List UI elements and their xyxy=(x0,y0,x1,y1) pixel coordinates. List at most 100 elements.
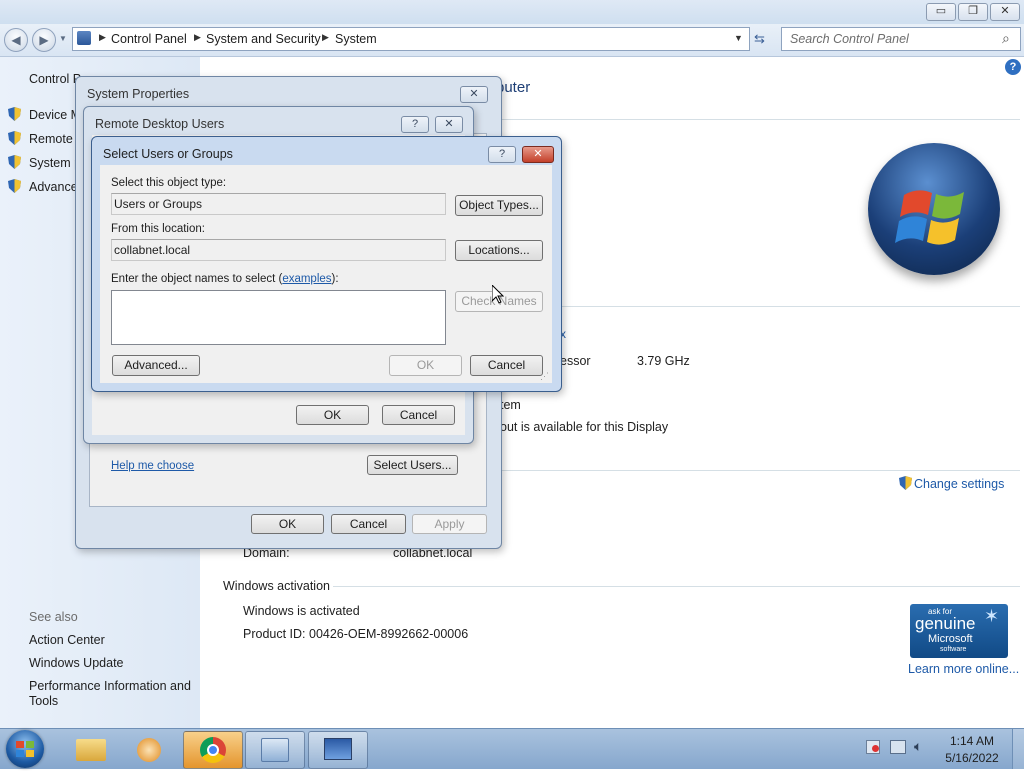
recent-pages-dropdown-icon[interactable]: ▼ xyxy=(59,34,67,43)
object-types-button[interactable]: Object Types... xyxy=(455,195,543,216)
taskbar-explorer[interactable] xyxy=(61,731,121,769)
start-button[interactable] xyxy=(6,730,44,768)
object-type-field: Users or Groups xyxy=(111,193,446,215)
see-also-windows-update[interactable]: Windows Update xyxy=(29,656,124,670)
show-desktop-button[interactable] xyxy=(1012,729,1024,769)
system-type-label: tem xyxy=(500,398,521,412)
title-bar: ▭ ❐ ✕ xyxy=(0,0,1024,24)
object-type-label: Select this object type: xyxy=(111,177,227,189)
see-also-heading: See also xyxy=(29,610,78,624)
ok-button[interactable]: OK xyxy=(251,514,324,534)
select-users-dialog: Select Users or Groups ? ✕ Select this o… xyxy=(91,136,562,392)
breadcrumb-system[interactable]: System xyxy=(335,32,377,46)
breadcrumb-control-panel[interactable]: Control Panel xyxy=(111,32,187,46)
shield-icon xyxy=(8,179,21,193)
forward-button[interactable]: ▶ xyxy=(32,28,56,52)
windows-activation-heading: Windows activation xyxy=(223,579,330,593)
close-icon[interactable]: ✕ xyxy=(522,146,554,163)
maximize-button[interactable]: ❐ xyxy=(958,3,988,21)
genuine-line4: software xyxy=(940,646,967,653)
see-also-performance-information[interactable]: Performance Information and xyxy=(29,679,191,693)
change-settings-link[interactable]: Change settings xyxy=(914,477,1004,491)
sidebar-item-system-protection[interactable]: System p xyxy=(29,156,81,170)
navigation-bar: ◀ ▶ ▼ ▶ Control Panel ▶ System and Secur… xyxy=(0,24,1024,57)
breadcrumb-system-and-security[interactable]: System and Security xyxy=(206,32,321,46)
refresh-icon[interactable]: ⇆ xyxy=(754,31,765,47)
breadcrumb-separator-icon[interactable]: ▶ xyxy=(194,32,201,43)
examples-link[interactable]: examples xyxy=(282,273,331,285)
clock-time[interactable]: 1:14 AM xyxy=(946,734,998,748)
sidebar-item-device-manager[interactable]: Device M xyxy=(29,108,81,122)
control-panel-icon xyxy=(261,738,289,762)
address-bar[interactable]: ▶ Control Panel ▶ System and Security ▶ … xyxy=(72,27,750,51)
resize-grip-icon[interactable]: ⋰ xyxy=(540,371,549,382)
object-type-value: Users or Groups xyxy=(114,197,203,211)
network-icon[interactable] xyxy=(890,740,906,754)
select-users-title: Select Users or Groups xyxy=(103,147,233,161)
control-panel-icon xyxy=(77,31,91,45)
processor-speed: 3.79 GHz xyxy=(637,354,690,368)
search-placeholder: Search Control Panel xyxy=(790,32,909,46)
address-dropdown-icon[interactable]: ▼ xyxy=(734,33,743,43)
select-users-button[interactable]: Select Users... xyxy=(367,455,458,475)
cancel-button[interactable]: Cancel xyxy=(470,355,543,376)
taskbar-control-panel[interactable] xyxy=(245,731,305,769)
cancel-button[interactable]: Cancel xyxy=(331,514,406,534)
genuine-line3: Microsoft xyxy=(928,633,973,645)
close-icon[interactable]: ✕ xyxy=(435,116,463,133)
mouse-cursor-icon xyxy=(492,285,504,304)
system-properties-title: System Properties xyxy=(87,87,190,101)
breadcrumb-separator-icon[interactable]: ▶ xyxy=(99,32,106,43)
sidebar-item-advanced-settings[interactable]: Advance xyxy=(29,180,78,194)
genuine-line2: genuine xyxy=(915,614,976,633)
enter-names-label: Enter the object names to select (exampl… xyxy=(111,273,339,285)
back-button[interactable]: ◀ xyxy=(4,28,28,52)
folder-icon xyxy=(76,739,106,761)
ok-button[interactable]: OK xyxy=(389,355,462,376)
chrome-icon xyxy=(200,737,226,763)
media-player-icon xyxy=(137,738,161,762)
divider xyxy=(500,306,1020,307)
divider xyxy=(500,119,1020,120)
help-me-choose-link[interactable]: Help me choose xyxy=(111,460,194,472)
shield-icon xyxy=(899,476,912,490)
see-also-action-center[interactable]: Action Center xyxy=(29,633,105,647)
taskbar: 🔈︎ 1:14 AM 5/16/2022 xyxy=(0,728,1024,769)
genuine-microsoft-badge: ask for genuine Microsoft software ✶ xyxy=(910,604,1008,658)
advanced-button[interactable]: Advanced... xyxy=(112,355,200,376)
taskbar-remote-desktop[interactable] xyxy=(308,731,368,769)
breadcrumb-separator-icon[interactable]: ▶ xyxy=(322,32,329,43)
help-icon[interactable]: ? xyxy=(488,146,516,163)
see-also-performance-tools[interactable]: Tools xyxy=(29,694,58,708)
close-icon[interactable]: ✕ xyxy=(460,86,488,103)
divider xyxy=(333,586,1020,587)
divider xyxy=(500,470,1020,471)
shield-icon xyxy=(8,107,21,121)
close-button[interactable]: ✕ xyxy=(990,3,1020,21)
apply-button[interactable]: Apply xyxy=(412,514,487,534)
windows-logo-icon xyxy=(868,143,1000,275)
learn-more-link[interactable]: Learn more online... xyxy=(908,662,1019,676)
object-names-input[interactable] xyxy=(111,290,446,345)
cancel-button[interactable]: Cancel xyxy=(382,405,455,425)
taskbar-chrome[interactable] xyxy=(183,731,243,769)
location-field: collabnet.local xyxy=(111,239,446,261)
shield-icon xyxy=(8,155,21,169)
location-value: collabnet.local xyxy=(114,243,191,257)
select-users-panel: Select this object type: Users or Groups… xyxy=(100,165,552,383)
star-icon: ✶ xyxy=(984,606,1000,626)
help-icon[interactable]: ? xyxy=(401,116,429,133)
location-label: From this location: xyxy=(111,223,205,235)
taskbar-media-player[interactable] xyxy=(120,731,180,769)
ok-button[interactable]: OK xyxy=(296,405,369,425)
locations-button[interactable]: Locations... xyxy=(455,240,543,261)
action-center-flag-icon[interactable] xyxy=(866,740,880,754)
shield-icon xyxy=(8,131,21,145)
volume-icon[interactable]: 🔈︎ xyxy=(914,738,922,755)
clock-date[interactable]: 5/16/2022 xyxy=(944,751,1000,765)
search-icon[interactable]: ⌕ xyxy=(1002,30,1010,47)
minimize-button[interactable]: ▭ xyxy=(926,3,956,21)
sidebar-control-panel-home[interactable]: Control P xyxy=(29,72,81,86)
search-input[interactable]: Search Control Panel ⌕ xyxy=(781,27,1021,51)
monitor-icon xyxy=(324,738,352,760)
